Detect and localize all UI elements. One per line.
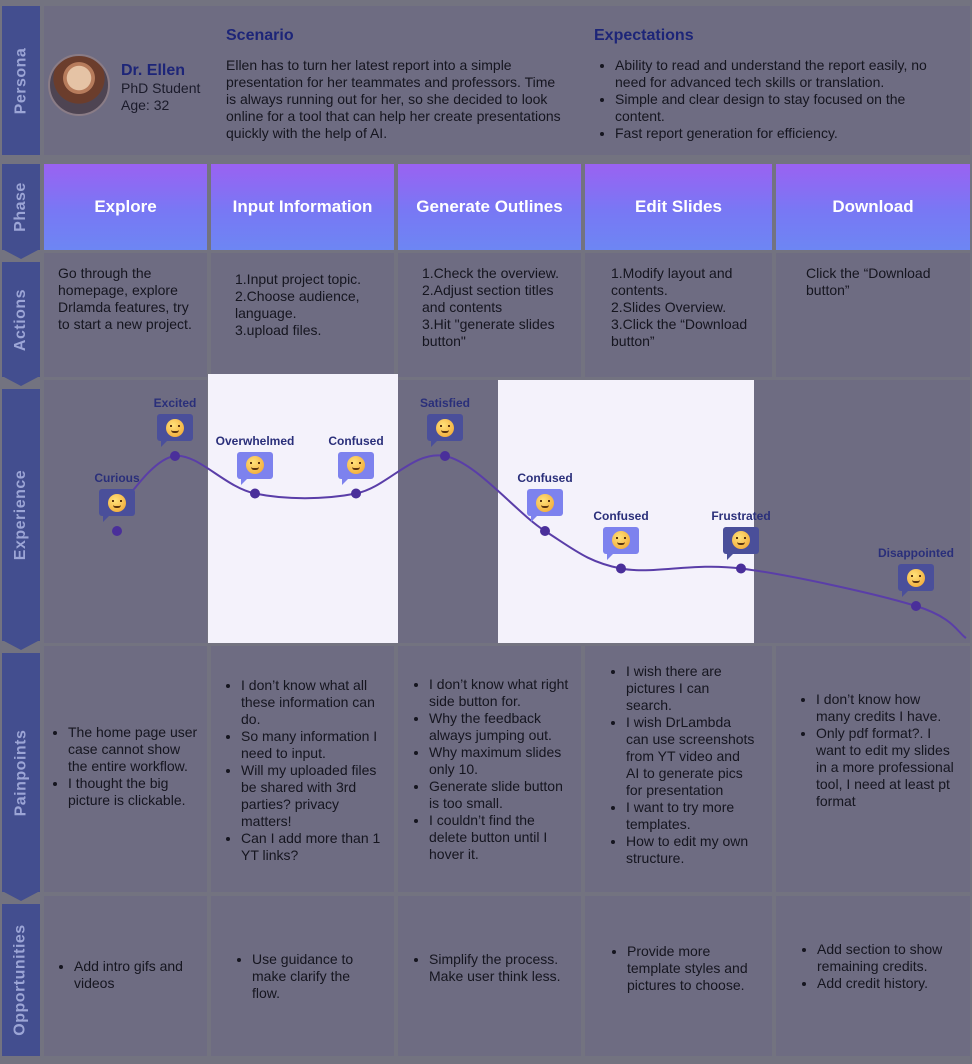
face-icon — [166, 418, 184, 437]
face-icon — [732, 531, 750, 549]
emotion-emoji-icon — [898, 564, 934, 597]
emotion-point — [540, 526, 550, 536]
painpoints-list: The home page user case cannot show the … — [50, 724, 202, 809]
emotion-label: Overwhelmed — [215, 433, 295, 448]
painpoint-item: The home page user case cannot show the … — [68, 724, 202, 775]
painpoint-item: I thought the big picture is clickable. — [68, 775, 202, 809]
painpoint-item: Will my uploaded files be shared with 3r… — [241, 762, 388, 830]
emotion-label: Confused — [517, 471, 573, 485]
opportunity-item: Add section to show remaining credits. — [817, 941, 949, 975]
painpoints-list: I don’t know how many credits I have. On… — [798, 691, 958, 810]
opportunities-list: Add intro gifs and videos — [56, 958, 196, 992]
opportunity-item: Use guidance to make clarify the flow. — [252, 951, 364, 1002]
painpoint-item: How to edit my own structure. — [626, 833, 756, 867]
painpoint-item: I wish DrLambda can use screenshots from… — [626, 714, 756, 799]
opportunities-list: Provide more template styles and picture… — [609, 943, 759, 994]
painpoints-list: I don’t know what all these information … — [223, 677, 388, 864]
face-icon — [612, 531, 630, 549]
emotion-point — [440, 451, 450, 461]
emotion-point — [250, 488, 260, 499]
painpoint-item: Why maximum slides only 10. — [429, 744, 575, 778]
emotion-emoji-icon — [157, 414, 193, 447]
opportunity-item: Provide more template styles and picture… — [627, 943, 759, 994]
face-icon — [347, 456, 365, 474]
opportunities-list: Use guidance to make clarify the flow. — [234, 951, 364, 1002]
face-icon — [907, 568, 925, 587]
face-icon — [246, 456, 264, 474]
painpoint-item: I want to try more templates. — [626, 799, 756, 833]
emotion-point — [911, 601, 921, 611]
emotion-emoji-icon — [338, 451, 374, 485]
emotion-emoji-icon — [99, 489, 135, 522]
emotion-label: Confused — [328, 433, 384, 448]
painpoints-list: I wish there are pictures I can search. … — [608, 663, 756, 867]
painpoint-item: I wish there are pictures I can search. — [626, 663, 756, 714]
opportunity-item: Add intro gifs and videos — [74, 958, 196, 992]
opportunities-list: Simplify the process. Make user think le… — [411, 951, 571, 985]
opportunity-item: Add credit history. — [817, 975, 949, 992]
emotion-emoji-icon — [603, 526, 639, 560]
opportunities-list: Add section to show remaining credits. A… — [799, 941, 949, 992]
emotion-label: Confused — [593, 508, 649, 523]
face-icon — [536, 493, 554, 512]
painpoint-item: I don’t know what all these information … — [241, 677, 388, 728]
emotion-emoji-icon — [527, 489, 563, 522]
face-icon — [108, 493, 126, 512]
painpoint-item: Generate slide button is too small. — [429, 778, 575, 812]
painpoint-item: Can I add more than 1 YT links? — [241, 830, 388, 864]
emotion-point — [112, 526, 122, 536]
emotion-emoji-icon — [723, 526, 759, 560]
face-icon — [436, 418, 454, 437]
painpoint-item: So many information I need to input. — [241, 728, 388, 762]
emotion-point — [351, 488, 361, 499]
painpoint-item: I couldn’t find the delete button until … — [429, 812, 575, 863]
emotion-label: Excited — [153, 396, 197, 410]
emotion-point — [736, 563, 746, 574]
emotion-point — [170, 451, 180, 461]
painpoint-item: Only pdf format?. I want to edit my slid… — [816, 725, 958, 810]
painpoints-list: I don’t know what right side button for.… — [411, 676, 575, 863]
emotion-point — [616, 563, 626, 574]
opportunity-item: Simplify the process. Make user think le… — [429, 951, 571, 985]
emotion-label: Disappointed — [877, 546, 954, 560]
emotion-label: Curious — [94, 471, 140, 485]
emotion-emoji-icon — [237, 451, 273, 485]
emotion-label: Frustrated — [711, 508, 771, 523]
painpoint-item: Why the feedback always jumping out. — [429, 710, 575, 744]
emotion-emoji-icon — [427, 414, 463, 447]
painpoint-item: I don’t know what right side button for. — [429, 676, 575, 710]
painpoint-item: I don’t know how many credits I have. — [816, 691, 958, 725]
emotion-label: Satisfied — [419, 396, 470, 410]
